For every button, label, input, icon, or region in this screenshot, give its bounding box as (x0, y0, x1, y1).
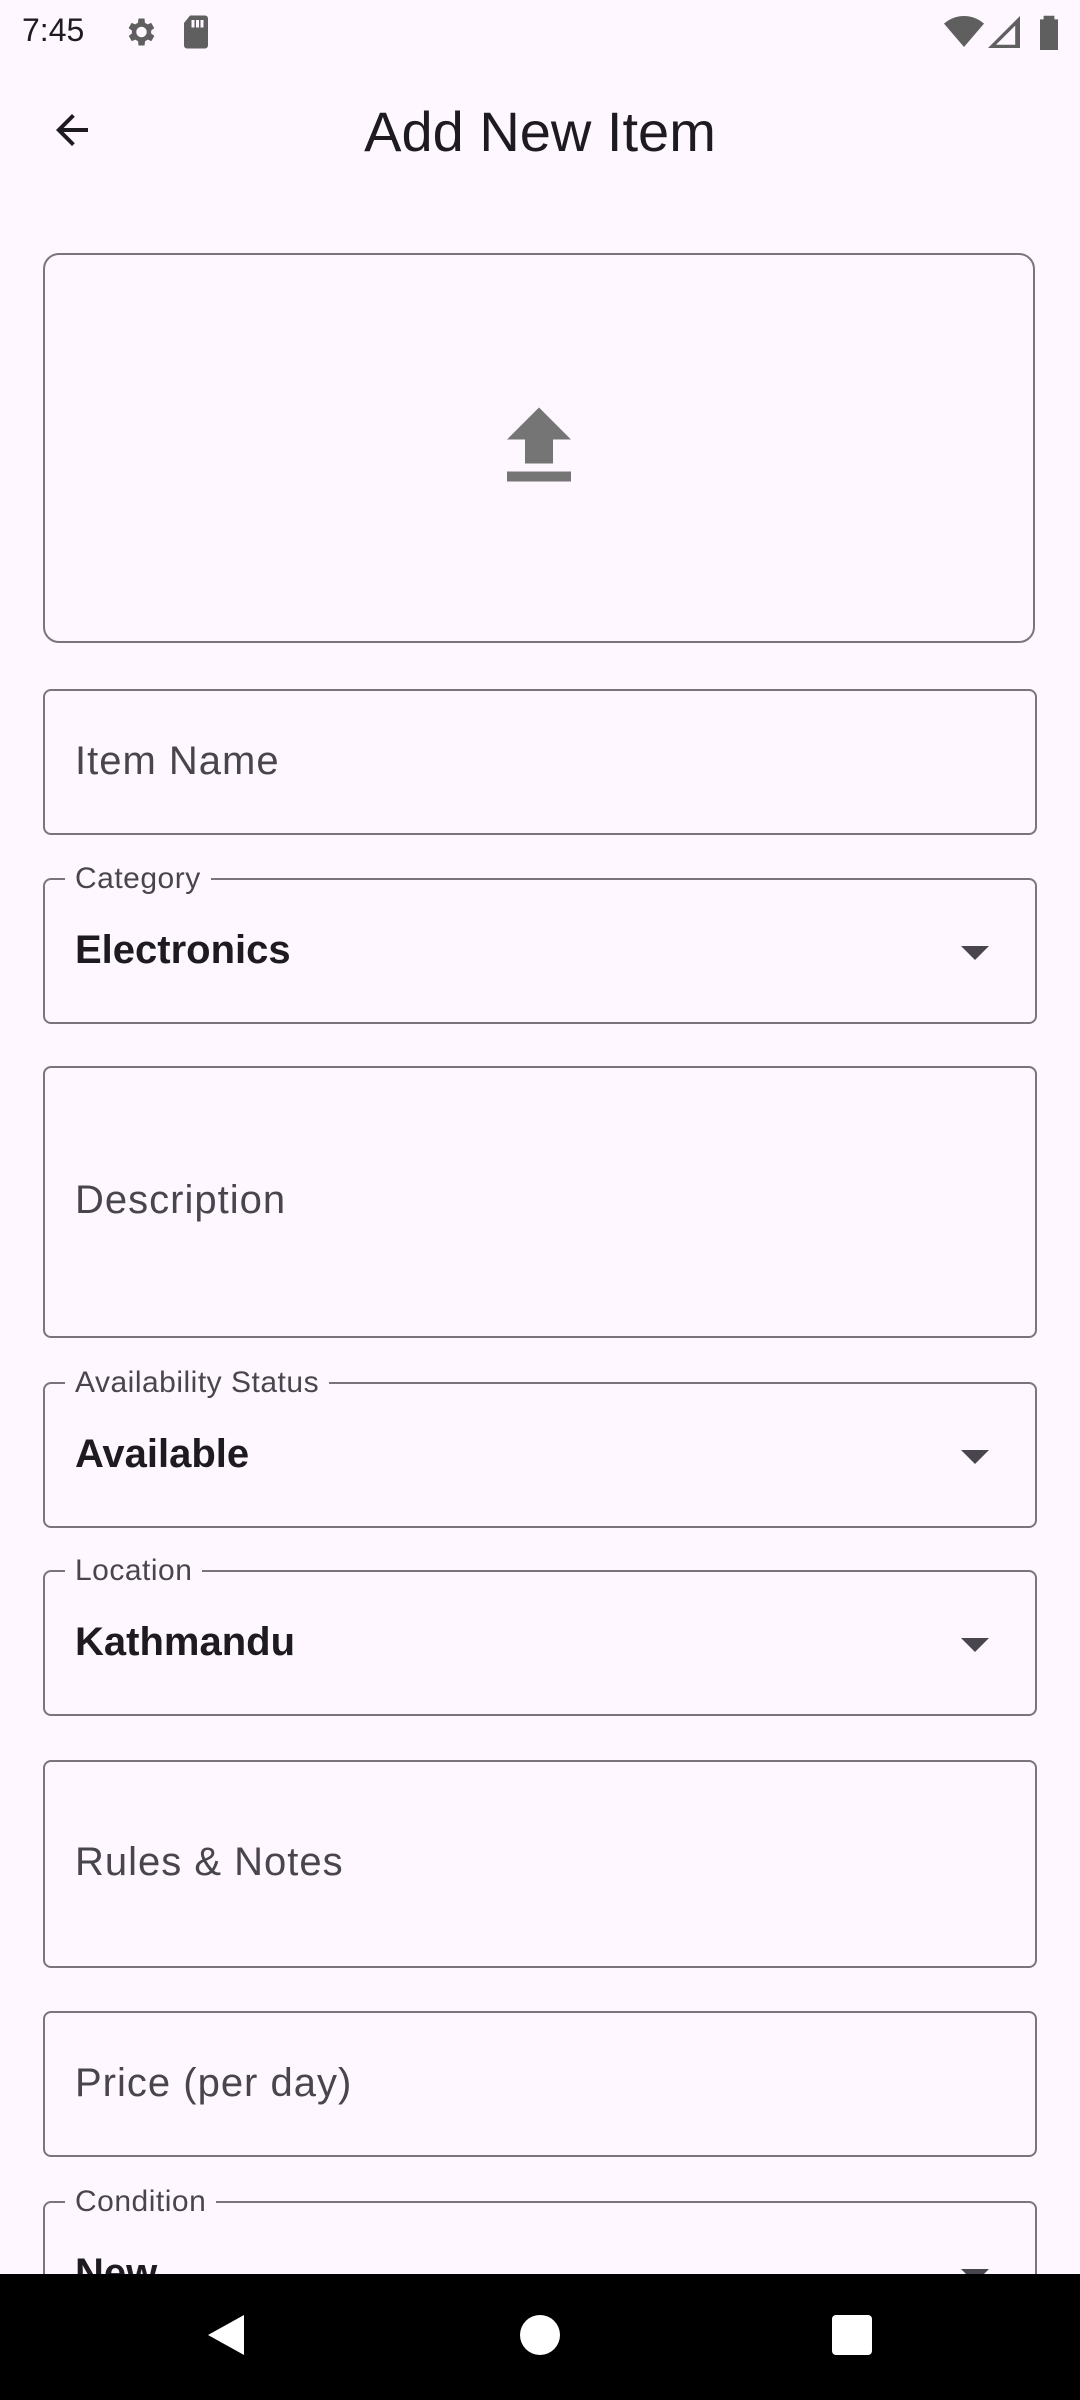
sd-card-icon (180, 14, 212, 55)
description-field[interactable]: Description (43, 1066, 1037, 1338)
gear-icon (122, 14, 158, 55)
top-app-bar: Add New Item (0, 64, 1080, 208)
upload-icon (507, 407, 571, 489)
nav-recents-button[interactable] (772, 2274, 932, 2400)
category-dropdown[interactable]: Category Electronics (43, 862, 1037, 1024)
category-value: Electronics (75, 928, 291, 972)
screen-content: 7:45 Add New Item Item Name Category Ele… (0, 0, 1080, 2274)
nav-home-button[interactable] (460, 2274, 620, 2400)
rules-notes-field[interactable]: Rules & Notes (43, 1760, 1037, 1968)
condition-dropdown[interactable]: Condition New (43, 2185, 1037, 2274)
condition-label: Condition (65, 2185, 217, 2219)
item-name-placeholder: Item Name (75, 739, 280, 783)
chevron-down-icon (961, 1450, 989, 1464)
availability-status-value: Available (75, 1432, 250, 1476)
availability-status-label: Availability Status (65, 1366, 330, 1400)
location-dropdown[interactable]: Location Kathmandu (43, 1554, 1037, 1716)
image-upload-area[interactable] (43, 253, 1035, 643)
nav-home-icon (520, 2314, 560, 2360)
category-label: Category (65, 862, 211, 896)
chevron-down-icon (961, 1638, 989, 1652)
item-name-field[interactable]: Item Name (43, 689, 1037, 835)
price-field[interactable]: Price (per day) (43, 2011, 1037, 2157)
nav-back-icon (204, 2311, 248, 2364)
status-bar: 7:45 (0, 0, 1080, 64)
location-label: Location (65, 1554, 203, 1588)
price-placeholder: Price (per day) (75, 2061, 353, 2105)
battery-icon (1038, 14, 1060, 55)
nav-back-button[interactable] (146, 2274, 306, 2400)
chevron-down-icon (961, 946, 989, 960)
rules-notes-placeholder: Rules & Notes (75, 1840, 344, 1884)
description-placeholder: Description (75, 1178, 287, 1222)
wifi-icon (944, 14, 984, 55)
status-time: 7:45 (22, 12, 85, 48)
nav-recents-icon (832, 2314, 872, 2360)
location-value: Kathmandu (75, 1620, 295, 1664)
condition-value: New (75, 2251, 158, 2274)
signal-icon (988, 14, 1020, 55)
system-nav-bar (0, 2274, 1080, 2400)
page-title: Add New Item (364, 100, 716, 163)
availability-status-dropdown[interactable]: Availability Status Available (43, 1366, 1037, 1528)
